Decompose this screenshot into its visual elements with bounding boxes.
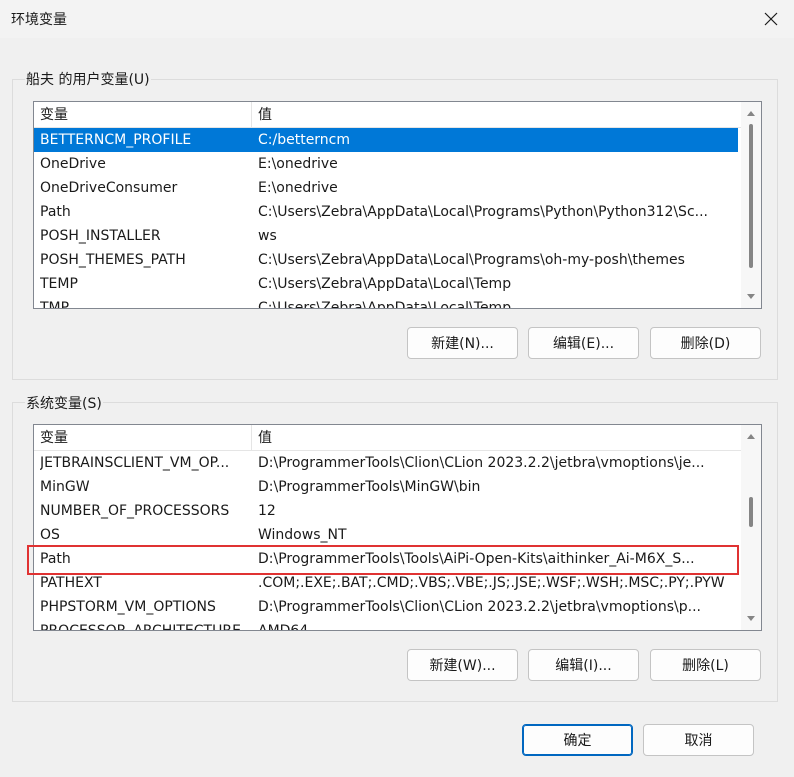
column-header-value[interactable]: 值 <box>252 102 738 128</box>
system-edit-button[interactable]: 编辑(I)... <box>528 649 639 681</box>
table-row[interactable]: OS Windows_NT <box>34 523 738 547</box>
variable-value: 12 <box>258 503 276 519</box>
variable-value: E:\onedrive <box>258 156 338 172</box>
table-row[interactable]: TEMP C:\Users\Zebra\AppData\Local\Temp <box>34 272 738 296</box>
variable-name: JETBRAINSCLIENT_VM_OP... <box>40 455 230 471</box>
scroll-up-icon <box>747 434 755 439</box>
scroll-up-arrow[interactable] <box>741 104 761 122</box>
variable-value: D:\ProgrammerTools\MinGW\bin <box>258 479 481 495</box>
close-button[interactable] <box>748 0 794 38</box>
variable-name: MinGW <box>40 479 90 495</box>
user-delete-button[interactable]: 删除(D) <box>650 327 761 359</box>
window-title: 环境变量 <box>11 12 67 28</box>
title-bar: 环境变量 <box>0 0 794 38</box>
user-variables-label: 船夫 的用户变量(U) <box>25 69 151 89</box>
scroll-thumb[interactable] <box>749 124 753 268</box>
variable-name: TEMP <box>40 276 78 292</box>
table-row[interactable]: PHPSTORM_VM_OPTIONS D:\ProgrammerTools\Cl… <box>34 595 738 619</box>
ok-button[interactable]: 确定 <box>522 724 633 756</box>
scroll-up-arrow[interactable] <box>741 427 761 445</box>
system-new-button[interactable]: 新建(W)... <box>407 649 518 681</box>
variable-value: Windows_NT <box>258 527 347 543</box>
scroll-down-arrow[interactable] <box>741 288 761 306</box>
variable-name: BETTERNCM_PROFILE <box>40 132 192 148</box>
variable-value: C:\Users\Zebra\AppData\Local\Programs\Py… <box>258 204 708 220</box>
table-row[interactable]: POSH_THEMES_PATH C:\Users\Zebra\AppData\L… <box>34 248 738 272</box>
variable-name: NUMBER_OF_PROCESSORS <box>40 503 230 519</box>
variable-name: PHPSTORM_VM_OPTIONS <box>40 599 216 615</box>
variable-value: D:\ProgrammerTools\Clion\CLion 2023.2.2\… <box>258 599 701 615</box>
variable-value: AMD64 <box>258 623 309 631</box>
scroll-down-icon <box>747 294 755 299</box>
system-variables-label: 系统变量(S) <box>25 393 103 413</box>
cancel-button[interactable]: 取消 <box>643 724 754 756</box>
variable-value: .COM;.EXE;.BAT;.CMD;.VBS;.VBE;.JS;.JSE;.… <box>258 575 725 591</box>
variable-name: PROCESSOR_ARCHITECTURE <box>40 623 241 631</box>
variable-value: D:\ProgrammerTools\Clion\CLion 2023.2.2\… <box>258 455 705 471</box>
table-row[interactable]: NUMBER_OF_PROCESSORS 12 <box>34 499 738 523</box>
user-edit-button[interactable]: 编辑(E)... <box>528 327 639 359</box>
scroll-down-arrow[interactable] <box>741 610 761 628</box>
column-header-value[interactable]: 值 <box>252 425 738 451</box>
column-header-variable[interactable]: 变量 <box>34 102 252 128</box>
variable-name: POSH_INSTALLER <box>40 228 161 244</box>
user-variables-list[interactable]: 变量 值 BETTERNCM_PROFILE C:/betterncm OneDri… <box>33 101 762 309</box>
variable-value: C:\Users\Zebra\AppData\Local\Temp <box>258 276 512 292</box>
user-variables-header: 变量 值 <box>34 102 761 128</box>
variable-value: C:/betterncm <box>258 132 351 148</box>
variable-name: OneDriveConsumer <box>40 180 178 196</box>
variable-name: Path <box>40 204 71 220</box>
scroll-thumb[interactable] <box>749 497 753 527</box>
user-new-button[interactable]: 新建(N)... <box>407 327 518 359</box>
variable-value: D:\ProgrammerTools\Tools\AiPi-Open-Kits\… <box>258 551 695 567</box>
system-variables-list[interactable]: 变量 值 JETBRAINSCLIENT_VM_OP... D:\Programm… <box>33 424 762 631</box>
table-row[interactable]: PROCESSOR_ARCHITECTURE AMD64 <box>34 619 738 631</box>
column-header-variable[interactable]: 变量 <box>34 425 252 451</box>
variable-value: C:\Users\Zebra\AppData\Local\Temp <box>258 300 512 309</box>
variable-value: ws <box>258 228 277 244</box>
table-row[interactable]: BETTERNCM_PROFILE C:/betterncm <box>34 128 738 152</box>
variable-value: E:\onedrive <box>258 180 338 196</box>
table-row[interactable]: OneDriveConsumer E:\onedrive <box>34 176 738 200</box>
system-variables-header: 变量 值 <box>34 425 761 451</box>
variable-name: OneDrive <box>40 156 106 172</box>
table-row[interactable]: JETBRAINSCLIENT_VM_OP... D:\ProgrammerToo… <box>34 451 738 475</box>
scroll-down-icon <box>747 616 755 621</box>
table-row[interactable]: PATHEXT .COM;.EXE;.BAT;.CMD;.VBS;.VBE;.JS… <box>34 571 738 595</box>
variable-name: POSH_THEMES_PATH <box>40 252 186 268</box>
table-row[interactable]: Path D:\ProgrammerTools\Tools\AiPi-Open-K… <box>34 547 738 571</box>
scroll-up-icon <box>747 111 755 116</box>
table-row[interactable]: MinGW D:\ProgrammerTools\MinGW\bin <box>34 475 738 499</box>
variable-name: Path <box>40 551 71 567</box>
variable-name: PATHEXT <box>40 575 102 591</box>
system-delete-button[interactable]: 删除(L) <box>650 649 761 681</box>
table-row[interactable]: Path C:\Users\Zebra\AppData\Local\Program… <box>34 200 738 224</box>
variable-name: OS <box>40 527 60 543</box>
table-row[interactable]: TMP C:\Users\Zebra\AppData\Local\Temp <box>34 296 738 309</box>
variable-name: TMP <box>40 300 70 309</box>
table-row[interactable]: OneDrive E:\onedrive <box>34 152 738 176</box>
variable-value: C:\Users\Zebra\AppData\Local\Programs\oh… <box>258 252 685 268</box>
table-row[interactable]: POSH_INSTALLER ws <box>34 224 738 248</box>
user-variables-scrollbar[interactable] <box>741 102 761 308</box>
close-icon <box>764 12 778 26</box>
system-variables-scrollbar[interactable] <box>741 425 761 630</box>
